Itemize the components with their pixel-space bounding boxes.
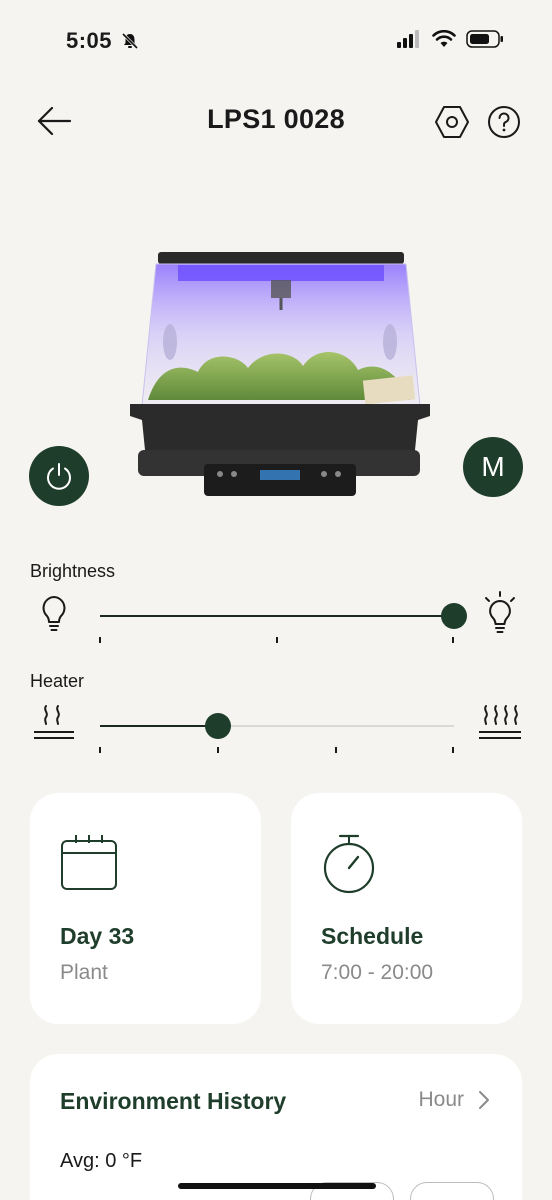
home-indicator	[178, 1183, 376, 1189]
heater-tick	[99, 747, 101, 753]
header: LPS1 0028	[0, 90, 552, 154]
heat-high-icon	[479, 705, 521, 739]
brightness-tick	[452, 637, 454, 643]
settings-button[interactable]	[432, 102, 472, 142]
heater-label: Heater	[30, 671, 85, 691]
brightness-slider-row	[0, 589, 552, 649]
stopwatch-icon	[321, 833, 377, 900]
wifi-icon	[432, 30, 456, 47]
day-card-subtitle: Plant	[60, 961, 108, 984]
heater-slider-fill	[100, 725, 218, 727]
environment-history-card: Environment History Hour Avg: 0 °F	[30, 1054, 522, 1200]
brightness-low-button[interactable]	[32, 589, 76, 639]
heater-low-button[interactable]	[32, 699, 76, 749]
schedule-card-title: Schedule	[321, 923, 424, 949]
mode-icon: M	[481, 451, 505, 482]
period-selector-label: Hour	[418, 1088, 464, 1111]
brightness-tick	[99, 637, 101, 643]
help-button[interactable]	[484, 102, 524, 142]
brightness-slider-fill	[100, 615, 454, 617]
power-button[interactable]	[29, 446, 89, 506]
brightness-label: Brightness	[30, 561, 116, 581]
power-icon	[47, 463, 71, 490]
heater-slider[interactable]	[100, 713, 454, 739]
device-image	[128, 250, 432, 500]
question-circle-icon	[488, 106, 520, 138]
hexagon-settings-icon	[435, 106, 469, 138]
status-bar: 5:05	[0, 0, 552, 84]
bulb-on-icon	[485, 591, 515, 633]
schedule-card[interactable]: Schedule 7:00 - 20:00	[291, 793, 522, 1024]
day-card-title: Day 33	[60, 923, 135, 949]
bell-muted-icon	[121, 30, 139, 56]
heater-slider-row	[0, 699, 552, 759]
status-icons	[396, 30, 504, 48]
heater-high-button[interactable]	[476, 699, 524, 749]
brightness-slider-thumb[interactable]	[441, 603, 467, 629]
environment-history-title: Environment History	[60, 1088, 287, 1114]
brightness-slider[interactable]	[100, 603, 467, 629]
schedule-card-subtitle: 7:00 - 20:00	[321, 961, 434, 984]
heater-slider-thumb[interactable]	[205, 713, 231, 739]
period-selector[interactable]: Hour	[418, 1088, 490, 1112]
heater-tick	[452, 747, 454, 753]
status-time: 5:05	[66, 28, 139, 56]
heater-tick	[335, 747, 337, 753]
bulb-off-icon	[42, 596, 66, 631]
day-card[interactable]: Day 33 Plant	[30, 793, 261, 1024]
status-time-text: 5:05	[66, 28, 113, 53]
calendar-icon	[60, 833, 118, 898]
chevron-right-icon	[479, 1091, 489, 1109]
average-temperature: Avg: 0 °F	[60, 1150, 143, 1172]
heater-tick	[217, 747, 219, 753]
brightness-high-button[interactable]	[476, 589, 524, 639]
heat-low-icon	[34, 705, 74, 739]
cellular-signal-icon	[397, 30, 419, 48]
mode-button[interactable]: M	[463, 437, 523, 497]
battery-icon	[466, 30, 503, 48]
metric-toggle-button[interactable]	[410, 1182, 494, 1200]
brightness-tick	[276, 637, 278, 643]
